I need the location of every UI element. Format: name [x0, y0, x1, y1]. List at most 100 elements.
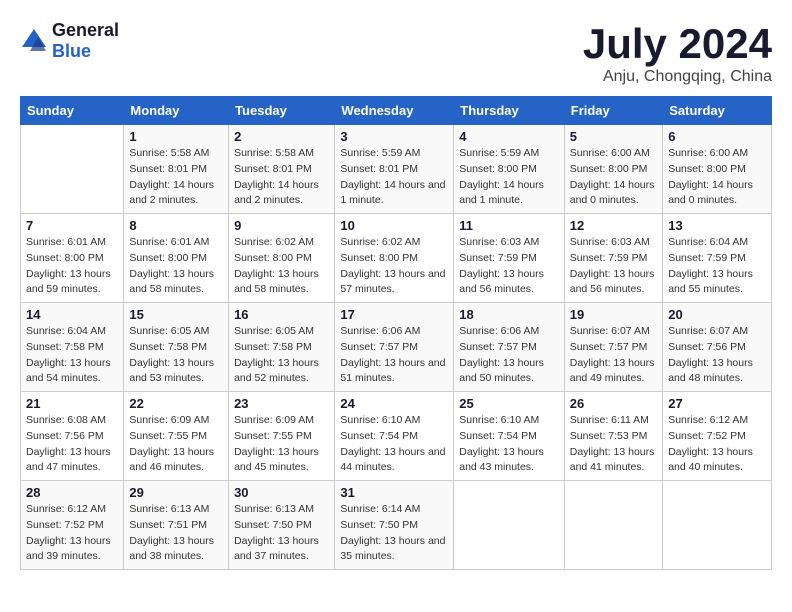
cell-w2-d4: 11 Sunrise: 6:03 AMSunset: 7:59 PMDayligh…: [454, 214, 565, 303]
logo-general: General: [52, 20, 119, 40]
logo-blue: Blue: [52, 41, 91, 61]
day-number: 15: [129, 307, 223, 322]
week-row-2: 7Sunrise: 6:01 AMSunset: 8:00 PMDaylight…: [21, 214, 772, 303]
cell-w2-d5: 12 Sunrise: 6:03 AMSunset: 7:59 PMDayligh…: [564, 214, 662, 303]
cell-w4-d3: 24 Sunrise: 6:10 AMSunset: 7:54 PMDayligh…: [335, 392, 454, 481]
day-info: Sunrise: 6:01 AMSunset: 8:00 PMDaylight:…: [129, 235, 223, 298]
day-info: Sunrise: 6:06 AMSunset: 7:57 PMDaylight:…: [459, 324, 559, 387]
day-number: 28: [26, 485, 118, 500]
cell-w5-d1: 29 Sunrise: 6:13 AMSunset: 7:51 PMDayligh…: [124, 481, 229, 570]
day-number: 12: [570, 218, 657, 233]
day-info: Sunrise: 6:07 AMSunset: 7:56 PMDaylight:…: [668, 324, 766, 387]
cell-w1-d4: 4 Sunrise: 5:59 AMSunset: 8:00 PMDaylight…: [454, 125, 565, 214]
day-number: 3: [340, 129, 448, 144]
col-tuesday: Tuesday: [229, 97, 335, 125]
day-info: Sunrise: 6:13 AMSunset: 7:51 PMDaylight:…: [129, 502, 223, 565]
day-info: Sunrise: 6:09 AMSunset: 7:55 PMDaylight:…: [129, 413, 223, 476]
day-info: Sunrise: 6:03 AMSunset: 7:59 PMDaylight:…: [459, 235, 559, 298]
day-info: Sunrise: 6:06 AMSunset: 7:57 PMDaylight:…: [340, 324, 448, 387]
day-number: 29: [129, 485, 223, 500]
cell-w5-d5: [564, 481, 662, 570]
cell-w5-d6: [663, 481, 772, 570]
day-number: 26: [570, 396, 657, 411]
day-info: Sunrise: 6:00 AMSunset: 8:00 PMDaylight:…: [570, 146, 657, 209]
cell-w5-d3: 31Sunrise: 6:14 AMSunset: 7:50 PMDayligh…: [335, 481, 454, 570]
logo: General Blue: [20, 20, 119, 62]
day-info: Sunrise: 6:12 AMSunset: 7:52 PMDaylight:…: [26, 502, 118, 565]
day-info: Sunrise: 6:00 AMSunset: 8:00 PMDaylight:…: [668, 146, 766, 209]
day-number: 24: [340, 396, 448, 411]
week-row-1: 1 Sunrise: 5:58 AMSunset: 8:01 PMDaylight…: [21, 125, 772, 214]
sub-title: Anju, Chongqing, China: [583, 68, 772, 86]
day-info: Sunrise: 6:05 AMSunset: 7:58 PMDaylight:…: [234, 324, 329, 387]
day-number: 14: [26, 307, 118, 322]
calendar-table: Sunday Monday Tuesday Wednesday Thursday…: [20, 96, 772, 570]
week-row-4: 21Sunrise: 6:08 AMSunset: 7:56 PMDayligh…: [21, 392, 772, 481]
day-info: Sunrise: 6:09 AMSunset: 7:55 PMDaylight:…: [234, 413, 329, 476]
day-number: 4: [459, 129, 559, 144]
cell-w2-d1: 8 Sunrise: 6:01 AMSunset: 8:00 PMDaylight…: [124, 214, 229, 303]
cell-w4-d0: 21Sunrise: 6:08 AMSunset: 7:56 PMDayligh…: [21, 392, 124, 481]
cell-w5-d0: 28 Sunrise: 6:12 AMSunset: 7:52 PMDayligh…: [21, 481, 124, 570]
day-number: 8: [129, 218, 223, 233]
cell-w2-d6: 13 Sunrise: 6:04 AMSunset: 7:59 PMDayligh…: [663, 214, 772, 303]
day-info: Sunrise: 5:59 AMSunset: 8:01 PMDaylight:…: [340, 146, 448, 209]
cell-w1-d3: 3 Sunrise: 5:59 AMSunset: 8:01 PMDaylight…: [335, 125, 454, 214]
cell-w2-d2: 9Sunrise: 6:02 AMSunset: 8:00 PMDaylight…: [229, 214, 335, 303]
cell-w3-d0: 14Sunrise: 6:04 AMSunset: 7:58 PMDayligh…: [21, 303, 124, 392]
cell-w4-d1: 22 Sunrise: 6:09 AMSunset: 7:55 PMDayligh…: [124, 392, 229, 481]
col-saturday: Saturday: [663, 97, 772, 125]
cell-w1-d1: 1 Sunrise: 5:58 AMSunset: 8:01 PMDaylight…: [124, 125, 229, 214]
day-number: 17: [340, 307, 448, 322]
day-number: 18: [459, 307, 559, 322]
cell-w2-d3: 10Sunrise: 6:02 AMSunset: 8:00 PMDayligh…: [335, 214, 454, 303]
day-info: Sunrise: 6:11 AMSunset: 7:53 PMDaylight:…: [570, 413, 657, 476]
page-header: General Blue July 2024 Anju, Chongqing, …: [20, 20, 772, 86]
cell-w3-d2: 16 Sunrise: 6:05 AMSunset: 7:58 PMDayligh…: [229, 303, 335, 392]
day-number: 20: [668, 307, 766, 322]
day-number: 11: [459, 218, 559, 233]
cell-w1-d0: [21, 125, 124, 214]
col-wednesday: Wednesday: [335, 97, 454, 125]
day-info: Sunrise: 6:10 AMSunset: 7:54 PMDaylight:…: [459, 413, 559, 476]
day-number: 13: [668, 218, 766, 233]
cell-w4-d4: 25 Sunrise: 6:10 AMSunset: 7:54 PMDayligh…: [454, 392, 565, 481]
cell-w1-d5: 5 Sunrise: 6:00 AMSunset: 8:00 PMDaylight…: [564, 125, 662, 214]
day-number: 25: [459, 396, 559, 411]
header-row: Sunday Monday Tuesday Wednesday Thursday…: [21, 97, 772, 125]
day-info: Sunrise: 6:03 AMSunset: 7:59 PMDaylight:…: [570, 235, 657, 298]
day-number: 9: [234, 218, 329, 233]
day-info: Sunrise: 6:04 AMSunset: 7:59 PMDaylight:…: [668, 235, 766, 298]
day-info: Sunrise: 6:05 AMSunset: 7:58 PMDaylight:…: [129, 324, 223, 387]
cell-w4-d2: 23 Sunrise: 6:09 AMSunset: 7:55 PMDayligh…: [229, 392, 335, 481]
day-info: Sunrise: 6:12 AMSunset: 7:52 PMDaylight:…: [668, 413, 766, 476]
day-info: Sunrise: 6:10 AMSunset: 7:54 PMDaylight:…: [340, 413, 448, 476]
cell-w3-d5: 19Sunrise: 6:07 AMSunset: 7:57 PMDayligh…: [564, 303, 662, 392]
day-number: 23: [234, 396, 329, 411]
day-number: 10: [340, 218, 448, 233]
day-info: Sunrise: 6:13 AMSunset: 7:50 PMDaylight:…: [234, 502, 329, 565]
day-number: 1: [129, 129, 223, 144]
cell-w3-d1: 15 Sunrise: 6:05 AMSunset: 7:58 PMDayligh…: [124, 303, 229, 392]
day-number: 22: [129, 396, 223, 411]
day-info: Sunrise: 6:01 AMSunset: 8:00 PMDaylight:…: [26, 235, 118, 298]
cell-w5-d4: [454, 481, 565, 570]
col-sunday: Sunday: [21, 97, 124, 125]
cell-w5-d2: 30 Sunrise: 6:13 AMSunset: 7:50 PMDayligh…: [229, 481, 335, 570]
day-info: Sunrise: 5:59 AMSunset: 8:00 PMDaylight:…: [459, 146, 559, 209]
cell-w4-d6: 27 Sunrise: 6:12 AMSunset: 7:52 PMDayligh…: [663, 392, 772, 481]
day-info: Sunrise: 6:08 AMSunset: 7:56 PMDaylight:…: [26, 413, 118, 476]
day-info: Sunrise: 5:58 AMSunset: 8:01 PMDaylight:…: [129, 146, 223, 209]
day-number: 27: [668, 396, 766, 411]
week-row-3: 14Sunrise: 6:04 AMSunset: 7:58 PMDayligh…: [21, 303, 772, 392]
cell-w1-d2: 2Sunrise: 5:58 AMSunset: 8:01 PMDaylight…: [229, 125, 335, 214]
col-monday: Monday: [124, 97, 229, 125]
day-number: 30: [234, 485, 329, 500]
cell-w3-d3: 17 Sunrise: 6:06 AMSunset: 7:57 PMDayligh…: [335, 303, 454, 392]
day-number: 16: [234, 307, 329, 322]
day-number: 5: [570, 129, 657, 144]
day-number: 6: [668, 129, 766, 144]
cell-w2-d0: 7Sunrise: 6:01 AMSunset: 8:00 PMDaylight…: [21, 214, 124, 303]
cell-w3-d6: 20 Sunrise: 6:07 AMSunset: 7:56 PMDayligh…: [663, 303, 772, 392]
cell-w1-d6: 6 Sunrise: 6:00 AMSunset: 8:00 PMDaylight…: [663, 125, 772, 214]
